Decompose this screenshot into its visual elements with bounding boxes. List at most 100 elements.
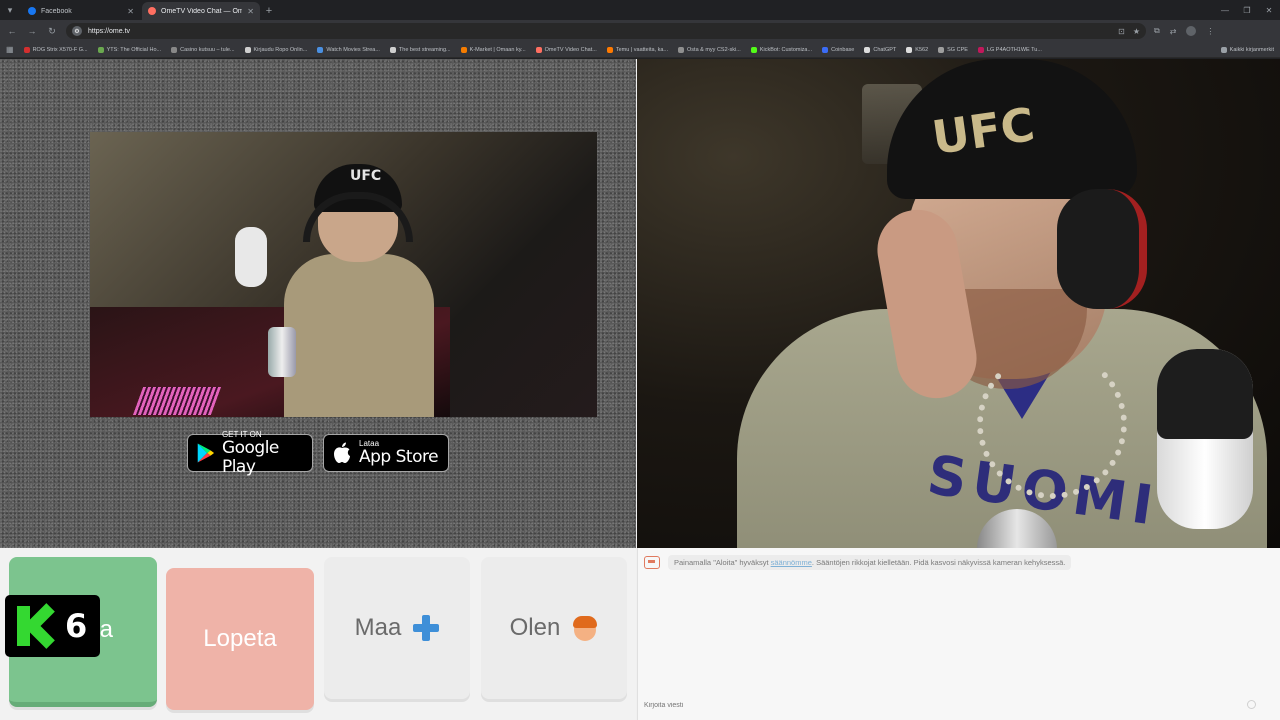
tab-strip: ▾ Facebook ✕ OmeTV Video Chat — Om... ✕ … [0, 0, 1280, 20]
bookmark-favicon-icon [822, 46, 829, 53]
back-icon[interactable]: ← [6, 26, 18, 36]
maximize-icon[interactable]: ❐ [1236, 6, 1258, 15]
address-bar[interactable]: ⚙ https://ome.tv ⊡ ★ [66, 23, 1146, 39]
bookmark-item[interactable]: K-Market | Omaan ky... [460, 46, 526, 53]
bookmark-item[interactable]: OmeTV Video Chat... [535, 46, 597, 53]
bookmarks-bar: ▦ ROG Strix X570-F G... YTS: The Officia… [0, 42, 1280, 58]
facebook-favicon-icon [28, 7, 36, 15]
app-store-button[interactable]: Lataa App Store [323, 434, 449, 472]
channel-number: 6 [65, 607, 88, 645]
bookmark-favicon-icon [906, 46, 913, 53]
country-label: Maa [354, 614, 402, 641]
tab-ometv[interactable]: OmeTV Video Chat — Om... ✕ [142, 2, 260, 20]
minimize-icon[interactable]: — [1214, 6, 1236, 15]
bookmark-star-icon[interactable]: ★ [1133, 27, 1140, 36]
bookmark-favicon-icon [23, 46, 30, 53]
bookmark-item[interactable]: YTS: The Official Ho... [97, 46, 162, 53]
google-play-text: GET IT ON Google Play [222, 430, 304, 477]
bookmark-label: ROG Strix X570-F G... [32, 46, 88, 53]
bookmark-item[interactable]: Osta & myy CS2-ski... [678, 46, 741, 53]
google-play-big: Google Play [221, 437, 279, 477]
close-window-icon[interactable]: ✕ [1258, 6, 1280, 15]
new-tab-button[interactable]: + [260, 2, 278, 20]
ometv-page: UFC GET IT ON Google Play Lataa App Stor… [0, 59, 1280, 720]
bookmark-item[interactable]: SG CPE [938, 46, 968, 53]
bookmark-item[interactable]: Kirjaudu Ropo Onlin... [244, 46, 308, 53]
bookmark-item[interactable]: K562 [906, 46, 928, 53]
bookmark-item[interactable]: ChatGPT [864, 46, 897, 53]
bookmark-label: YTS: The Official Ho... [106, 46, 162, 53]
bookmark-label: Osta & myy CS2-ski... [687, 46, 741, 53]
bookmark-favicon-icon [97, 46, 104, 53]
bookmark-label: K-Market | Omaan ky... [469, 46, 526, 53]
headset [1057, 189, 1147, 309]
browser-window: ▾ Facebook ✕ OmeTV Video Chat — Om... ✕ … [0, 0, 1280, 720]
plus-icon [413, 615, 440, 641]
bookmark-label: Temu | vaatteita, ka... [615, 46, 669, 53]
drink-can [268, 327, 296, 377]
all-bookmarks-folder[interactable]: Kaikki kirjanmerkit [1220, 46, 1274, 53]
bookmark-label: ChatGPT [873, 46, 897, 53]
install-app-icon[interactable]: ⊡ [1118, 27, 1125, 36]
rules-link[interactable]: säännömme [771, 558, 812, 567]
boy-emoji-icon [572, 615, 598, 641]
country-filter-button[interactable]: Maa [324, 557, 470, 699]
forward-icon[interactable]: → [26, 26, 38, 36]
bookmark-label: The best streaming... [398, 46, 451, 53]
close-tab-icon[interactable]: ✕ [127, 7, 134, 16]
menu-dots-icon[interactable]: ⋮ [1206, 27, 1214, 36]
bookmark-item[interactable]: LG P4AOTH1WE Tu... [977, 46, 1042, 53]
chat-bubble-icon [644, 556, 660, 569]
profile-avatar[interactable] [1186, 26, 1197, 36]
tab-search-icon[interactable]: ▾ [0, 0, 20, 20]
message-input[interactable] [642, 698, 1258, 712]
address-url: https://ome.tv [88, 27, 131, 35]
k6-channel-logo: 6 [5, 595, 100, 657]
browser-toolbar: ← → ↻ ⚙ https://ome.tv ⊡ ★ ⧉ ⇄ ⋮ [0, 20, 1280, 42]
bookmark-item[interactable]: Casino kutsuu – tule... [171, 46, 235, 53]
google-play-button[interactable]: GET IT ON Google Play [187, 430, 313, 476]
apps-grid-icon[interactable]: ▦ [6, 45, 14, 54]
cap-logo-text: UFC [350, 168, 382, 184]
gender-label: Olen [509, 614, 561, 641]
tab-facebook[interactable]: Facebook ✕ [22, 2, 140, 20]
folder-icon [1220, 46, 1227, 53]
bookmark-label: Watch Movies Strea... [326, 46, 380, 53]
google-play-icon [197, 443, 215, 463]
site-info-icon[interactable]: ⚙ [72, 26, 82, 36]
bookmark-item[interactable]: Temu | vaatteita, ka... [606, 46, 669, 53]
bookmark-label: Kirjaudu Ropo Onlin... [253, 46, 308, 53]
window-controls: — ❐ ✕ [1214, 0, 1280, 20]
app-store-big: App Store [359, 447, 439, 467]
reload-icon[interactable]: ↻ [46, 26, 58, 37]
stop-button[interactable]: Lopeta [166, 568, 314, 710]
bookmark-label: Coinbase [831, 46, 855, 53]
bookmark-item[interactable]: Watch Movies Strea... [317, 46, 380, 53]
bookmark-item[interactable]: Coinbase [822, 46, 855, 53]
self-camera-pane: UFC GET IT ON Google Play Lataa App Stor… [0, 59, 636, 548]
gender-select-button[interactable]: Olen [481, 557, 627, 699]
self-video-feed: UFC [90, 132, 597, 417]
bookmark-item[interactable]: KickBot: Customiza... [750, 46, 812, 53]
self-person: UFC [284, 164, 438, 417]
tab-label: Facebook [41, 7, 72, 15]
media-icon[interactable]: ⇄ [1170, 27, 1177, 36]
bookmark-label: SG CPE [947, 46, 968, 53]
bookmark-favicon-icon [938, 46, 945, 53]
mic-windscreen [1157, 349, 1253, 439]
ometv-favicon-icon [148, 7, 156, 15]
notice-prefix: Painamalla "Aloita" hyväksyt [674, 558, 771, 567]
bookmark-item[interactable]: ROG Strix X570-F G... [23, 46, 88, 53]
notice-suffix: . Sääntöjen rikkojat kielletään. Pidä ka… [811, 558, 1066, 567]
bookmark-item[interactable]: The best streaming... [389, 46, 451, 53]
extensions-icon[interactable]: ⧉ [1154, 26, 1160, 36]
keyboard-rgb [132, 387, 222, 415]
person-body [284, 254, 434, 417]
rules-notice-text: Painamalla "Aloita" hyväksyt säännömme. … [668, 555, 1072, 570]
microphone [1157, 349, 1253, 529]
emoji-icon[interactable] [1247, 700, 1256, 709]
neck-chain [977, 349, 1127, 499]
toolbar-actions: ⧉ ⇄ ⋮ [1154, 26, 1214, 36]
bookmark-favicon-icon [171, 46, 178, 53]
close-tab-icon[interactable]: ✕ [247, 7, 254, 16]
